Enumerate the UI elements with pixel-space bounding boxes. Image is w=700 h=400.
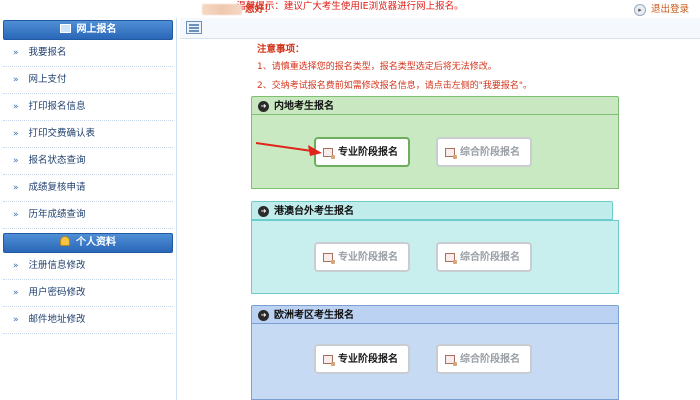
menu-label: 注册信息修改 (28, 260, 86, 271)
blurred-username (202, 4, 242, 15)
sidebar-item-score-review[interactable]: » 成绩复核申请 (3, 175, 173, 202)
section-title: 个人资料 (76, 237, 116, 248)
panel-hk-macao-taiwan-foreign: ➜ 港澳台外考生报名 专业阶段报名 综合阶段报名 (251, 201, 619, 294)
notice-item-1: 1、请慎重选择您的报名类型，报名类型选定后将无法修改。 (257, 62, 497, 72)
hk-comprehensive-stage-button[interactable]: 综合阶段报名 (436, 242, 532, 272)
menu-label: 报名状态查询 (28, 155, 86, 166)
double-chevron-icon: » (13, 48, 19, 58)
panel-title: 内地考生报名 (274, 101, 334, 112)
sidebar-item-change-password[interactable]: » 用户密码修改 (3, 280, 173, 307)
button-label: 综合阶段报名 (460, 252, 520, 263)
document-icon (323, 253, 335, 264)
europe-professional-stage-button[interactable]: 专业阶段报名 (314, 344, 410, 374)
sidebar-section-header-personal-info: 个人资料 (3, 233, 173, 253)
sidebar-item-my-registration[interactable]: » 我要报名 (3, 40, 173, 67)
document-icon (323, 148, 335, 159)
double-chevron-icon: » (13, 129, 19, 139)
arrow-circle-icon: ➜ (258, 206, 269, 217)
sidebar-item-print-payment-confirmation[interactable]: » 打印交费确认表 (3, 121, 173, 148)
greeting-text: 您好！ (245, 4, 274, 15)
monitor-icon (59, 24, 71, 33)
double-chevron-icon: » (13, 75, 19, 85)
sidebar-item-registration-status[interactable]: » 报名状态查询 (3, 148, 173, 175)
notice-title: 注意事项： (257, 44, 305, 55)
panel-title: 港澳台外考生报名 (274, 206, 354, 217)
sidebar-item-change-email[interactable]: » 邮件地址修改 (3, 307, 173, 334)
sidebar-item-online-payment[interactable]: » 网上支付 (3, 67, 173, 94)
double-chevron-icon: » (13, 210, 19, 220)
document-icon (445, 253, 457, 264)
panel-europe: ➜ 欧洲考区考生报名 专业阶段报名 综合阶段报名 (251, 305, 619, 400)
arrow-circle-icon: ➜ (258, 101, 269, 112)
menu-label: 打印报名信息 (28, 101, 86, 112)
menu-label: 邮件地址修改 (28, 314, 86, 325)
online-registration-menu: » 我要报名 » 网上支付 » 打印报名信息 » 打印交费确认表 » 报名状态查询 » 成绩… (3, 40, 173, 229)
button-label: 专业阶段报名 (338, 354, 398, 365)
menu-label: 网上支付 (28, 74, 67, 85)
notice-item-2: 2、交纳考试报名费前如需修改报名信息，请点击左侧的"我要报名"。 (257, 81, 533, 91)
button-label: 专业阶段报名 (338, 252, 398, 263)
document-icon (445, 355, 457, 366)
panel-body (251, 220, 619, 294)
europe-comprehensive-stage-button[interactable]: 综合阶段报名 (436, 344, 532, 374)
mainland-comprehensive-stage-button[interactable]: 综合阶段报名 (436, 137, 532, 167)
double-chevron-icon: » (13, 156, 19, 166)
panel-header: ➜ 欧洲考区考生报名 (251, 305, 619, 324)
document-icon (445, 148, 457, 159)
sidebar-item-score-history[interactable]: » 历年成绩查询 (3, 202, 173, 229)
document-icon (323, 355, 335, 366)
menu-label: 用户密码修改 (28, 287, 86, 298)
section-title: 网上报名 (76, 24, 117, 35)
menu-label: 我要报名 (28, 47, 67, 58)
double-chevron-icon: » (13, 183, 19, 193)
sidebar-item-edit-registration-info[interactable]: » 注册信息修改 (3, 253, 173, 280)
panel-header: ➜ 内地考生报名 (251, 96, 619, 115)
double-chevron-icon: » (13, 315, 19, 325)
sidebar-section-header-online-registration: 网上报名 (3, 20, 173, 40)
sidebar: 网上报名 » 我要报名 » 网上支付 » 打印报名信息 » 打印交费确认表 » 报名状态查… (0, 18, 177, 400)
menu-label: 打印交费确认表 (28, 128, 96, 139)
double-chevron-icon: » (13, 261, 19, 271)
sidebar-item-print-registration[interactable]: » 打印报名信息 (3, 94, 173, 121)
top-tip: 温馨提示：建议广大考生使用IE浏览器进行网上报名。 (236, 1, 464, 12)
panel-title: 欧洲考区考生报名 (274, 310, 354, 321)
personal-info-menu: » 注册信息修改 » 用户密码修改 » 邮件地址修改 (3, 253, 173, 334)
user-card-icon (186, 21, 202, 34)
button-label: 综合阶段报名 (460, 147, 520, 158)
double-chevron-icon: » (13, 288, 19, 298)
mainland-professional-stage-button[interactable]: 专业阶段报名 (314, 137, 410, 167)
double-chevron-icon: » (13, 102, 19, 112)
arrow-circle-icon: ➜ (258, 310, 269, 321)
logout-link[interactable]: 退出登录 (651, 0, 689, 20)
panel-body (251, 324, 619, 400)
menu-label: 成绩复核申请 (28, 182, 86, 193)
red-arrow-annotation (255, 142, 322, 156)
hk-professional-stage-button[interactable]: 专业阶段报名 (314, 242, 410, 272)
person-icon (60, 236, 70, 246)
panel-header: ➜ 港澳台外考生报名 (251, 201, 613, 220)
top-bar (180, 18, 700, 39)
menu-label: 历年成绩查询 (28, 209, 86, 220)
button-label: 专业阶段报名 (338, 147, 398, 158)
logout-icon[interactable]: ▸ (634, 4, 646, 16)
button-label: 综合阶段报名 (460, 354, 520, 365)
